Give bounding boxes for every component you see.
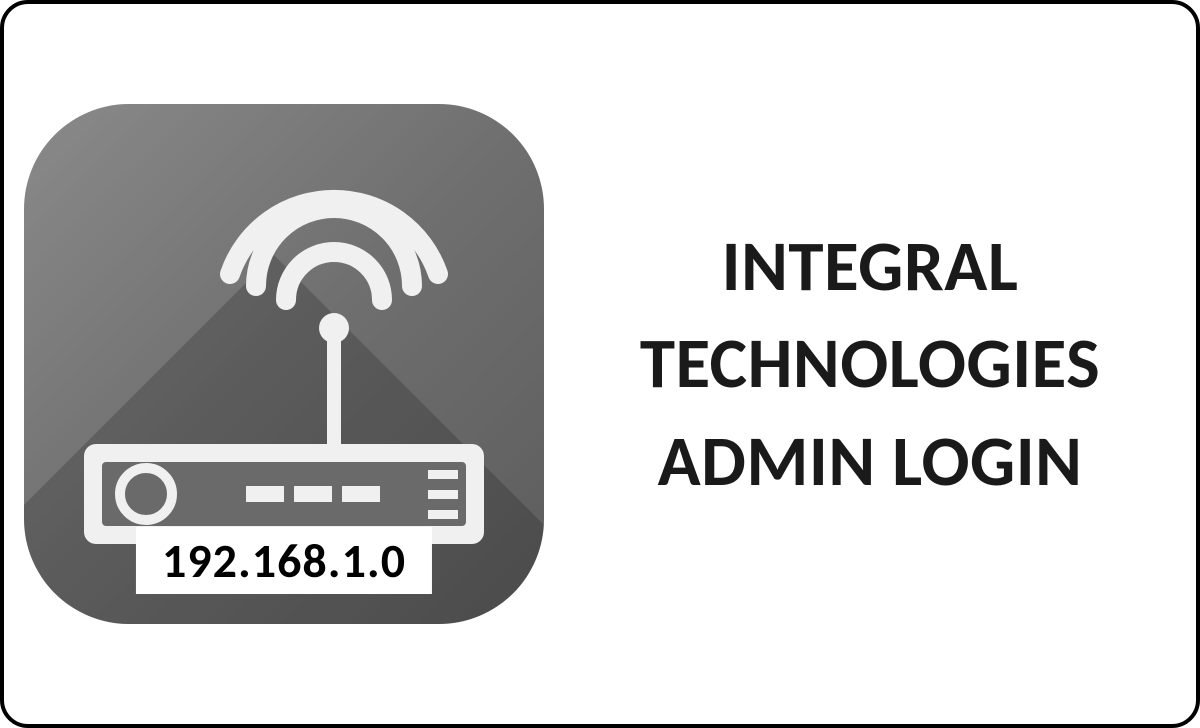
title-line-1: INTEGRAL (722, 224, 1019, 309)
title-block: INTEGRAL TECHNOLOGIES ADMIN LOGIN (564, 224, 1176, 504)
main-frame: 192.168.1.0 INTEGRAL TECHNOLOGIES ADMIN … (0, 0, 1200, 728)
router-icon-background: 192.168.1.0 (24, 104, 544, 624)
title-line-2: TECHNOLOGIES (640, 321, 1100, 406)
router-icon-panel: 192.168.1.0 (24, 44, 544, 684)
ip-address-label: 192.168.1.0 (136, 527, 432, 594)
title-line-3: ADMIN LOGIN (658, 419, 1083, 504)
